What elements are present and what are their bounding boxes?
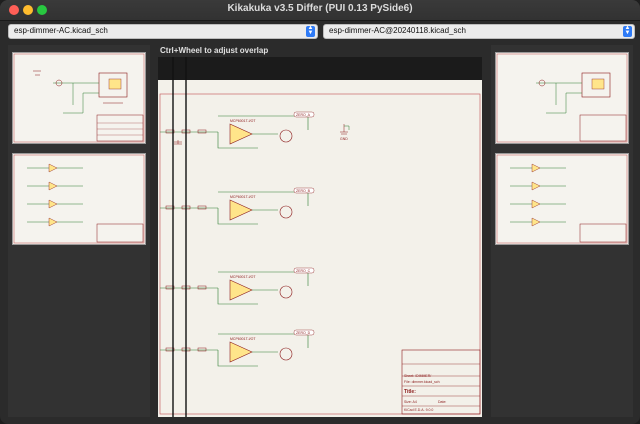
left-sheet-thumbnail-1[interactable] <box>12 52 146 144</box>
app-window: Kikakuka v3.5 Differ (PUI 0.13 PySide6) … <box>0 0 640 424</box>
right-sheet-thumbnail-2[interactable] <box>495 153 629 245</box>
right-file-select-value: esp-dimmer-AC@20240118.kicad_sch <box>329 26 466 35</box>
chevron-updown-icon: ▲ ▼ <box>623 25 632 37</box>
overlap-hint: Ctrl+Wheel to adjust overlap <box>160 46 269 55</box>
right-sheet-thumbnail-1[interactable] <box>495 52 629 144</box>
overlap-guides[interactable] <box>158 57 482 417</box>
schematic-thumbnail-icon <box>496 154 628 244</box>
left-sheet-thumbnail-2[interactable] <box>12 153 146 245</box>
right-file-select[interactable]: esp-dimmer-AC@20240118.kicad_sch ▲ ▼ <box>323 24 635 39</box>
window-title: Kikakuka v3.5 Differ (PUI 0.13 PySide6) <box>227 3 413 14</box>
schematic-thumbnail-icon <box>13 154 145 244</box>
left-file-select[interactable]: esp-dimmer-AC.kicad_sch ▲ ▼ <box>8 24 318 39</box>
title-bar: Kikakuka v3.5 Differ (PUI 0.13 PySide6) <box>0 0 640 21</box>
schematic-thumbnail-icon <box>496 53 628 143</box>
left-file-select-value: esp-dimmer-AC.kicad_sch <box>14 26 108 35</box>
schematic-thumbnail-icon <box>13 53 145 143</box>
chevron-updown-icon: ▲ ▼ <box>306 25 315 37</box>
left-sheet-list[interactable] <box>8 45 150 417</box>
right-sheet-list[interactable] <box>491 45 633 417</box>
